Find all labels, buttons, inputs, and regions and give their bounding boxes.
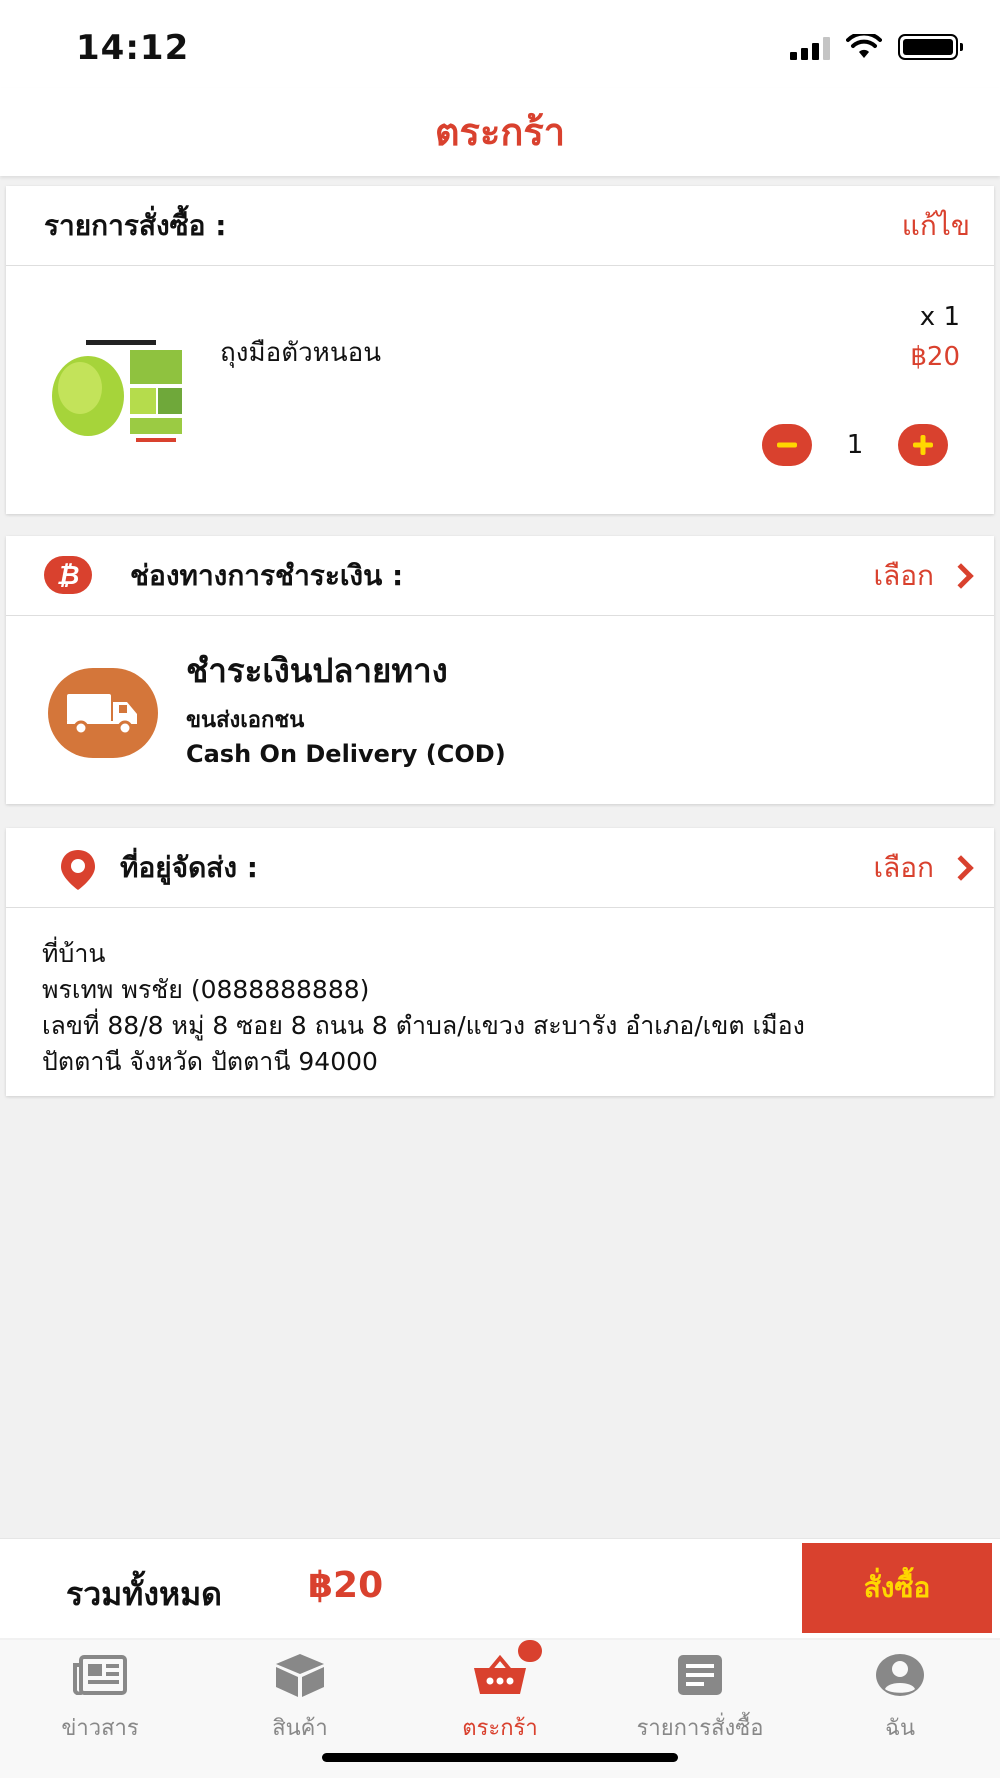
chevron-right-icon — [948, 563, 974, 589]
wifi-icon — [846, 34, 882, 58]
minus-icon — [777, 442, 797, 448]
payment-method-name: Cash On Delivery (COD) — [186, 740, 506, 768]
newspaper-icon — [72, 1652, 128, 1698]
shipping-address-header: ที่อยู่จัดส่ง : เลือก — [6, 828, 994, 908]
tab-news[interactable]: ข่าวสาร — [0, 1652, 200, 1745]
payment-method-card: ₿ ช่องทางการชำระเงิน : เลือก ชำระเงินปลา… — [6, 536, 994, 804]
cart-notification-dot — [518, 1640, 542, 1662]
total-amount: ฿20 — [308, 1565, 384, 1606]
total-bar: รวมทั้งหมด ฿20 สั่งซื้อ — [0, 1538, 1000, 1638]
tab-me[interactable]: ฉัน — [800, 1652, 1000, 1745]
product-thumbnail[interactable] — [46, 336, 194, 448]
nav-bar: ตระกร้า — [0, 88, 1000, 176]
order-items-header: รายการสั่งซื้อ : แก้ไข — [6, 186, 994, 266]
address-details: ที่บ้าน พรเทพ พรชัย (0888888888) เลขที่ … — [42, 936, 974, 1080]
select-address-button[interactable]: เลือก — [873, 828, 974, 908]
address-label: ที่บ้าน — [42, 939, 106, 968]
basket-icon — [472, 1640, 542, 1698]
payment-method-title: ช่องทางการชำระเงิน : — [130, 559, 404, 592]
payment-method-header: ₿ ช่องทางการชำระเงิน : เลือก — [6, 536, 994, 616]
order-list-icon — [672, 1652, 728, 1698]
bitcoin-icon: ₿ — [44, 556, 92, 594]
status-icons — [790, 34, 963, 60]
home-indicator — [322, 1753, 678, 1762]
status-time: 14:12 — [76, 28, 190, 68]
quantity-value: 1 — [846, 430, 864, 460]
product-name: ถุงมือตัวหนอน — [220, 338, 381, 368]
battery-icon — [898, 34, 963, 60]
product-quantity-label: x 1 — [919, 302, 960, 332]
payment-title: ชำระเงินปลายทาง — [186, 651, 448, 690]
order-items-card: รายการสั่งซื้อ : แก้ไข ถุงมือตัวหนอน x 1… — [6, 186, 994, 514]
shipping-address-title: ที่อยู่จัดส่ง : — [120, 851, 258, 884]
total-label: รวมทั้งหมด — [66, 1575, 222, 1613]
tab-label: ตระกร้า — [462, 1716, 538, 1741]
select-payment-label: เลือก — [873, 559, 935, 592]
location-pin-icon — [61, 850, 95, 890]
tab-orders[interactable]: รายการสั่งซื้อ — [600, 1652, 800, 1745]
tab-label: ฉัน — [884, 1716, 916, 1741]
status-bar: 14:12 — [0, 0, 1000, 88]
increase-quantity-button[interactable] — [898, 424, 948, 466]
user-icon — [872, 1652, 928, 1698]
product-price: ฿20 — [910, 342, 960, 372]
address-recipient: พรเทพ พรชัย (0888888888) — [42, 975, 370, 1004]
cellular-signal-icon — [790, 36, 830, 60]
chevron-right-icon — [948, 855, 974, 881]
select-address-label: เลือก — [873, 851, 935, 884]
box-icon — [272, 1652, 328, 1698]
order-items-title: รายการสั่งซื้อ : — [44, 209, 227, 242]
tab-label: ข่าวสาร — [61, 1716, 139, 1741]
address-line: ปัตตานี จังหวัด ปัตตานี 94000 — [42, 1047, 378, 1076]
edit-order-button[interactable]: แก้ไข — [902, 186, 970, 266]
select-payment-button[interactable]: เลือก — [873, 536, 974, 616]
tab-products[interactable]: สินค้า — [200, 1652, 400, 1745]
truck-icon — [48, 668, 158, 758]
edit-order-label: แก้ไข — [901, 209, 970, 242]
checkout-button[interactable]: สั่งซื้อ — [802, 1543, 992, 1633]
payment-carrier: ขนส่งเอกชน — [186, 708, 305, 733]
tab-label: รายการสั่งซื้อ — [636, 1716, 764, 1741]
page-title: ตระกร้า — [434, 110, 566, 154]
plus-icon — [913, 435, 933, 455]
tab-cart[interactable]: ตระกร้า — [400, 1640, 600, 1745]
tab-label: สินค้า — [272, 1716, 328, 1741]
quantity-stepper: 1 — [762, 424, 948, 466]
decrease-quantity-button[interactable] — [762, 424, 812, 466]
shipping-address-card: ที่อยู่จัดส่ง : เลือก ที่บ้าน พรเทพ พรชั… — [6, 828, 994, 1096]
address-line: เลขที่ 88/8 หมู่ 8 ซอย 8 ถนน 8 ตำบล/แขวง… — [42, 1011, 805, 1040]
